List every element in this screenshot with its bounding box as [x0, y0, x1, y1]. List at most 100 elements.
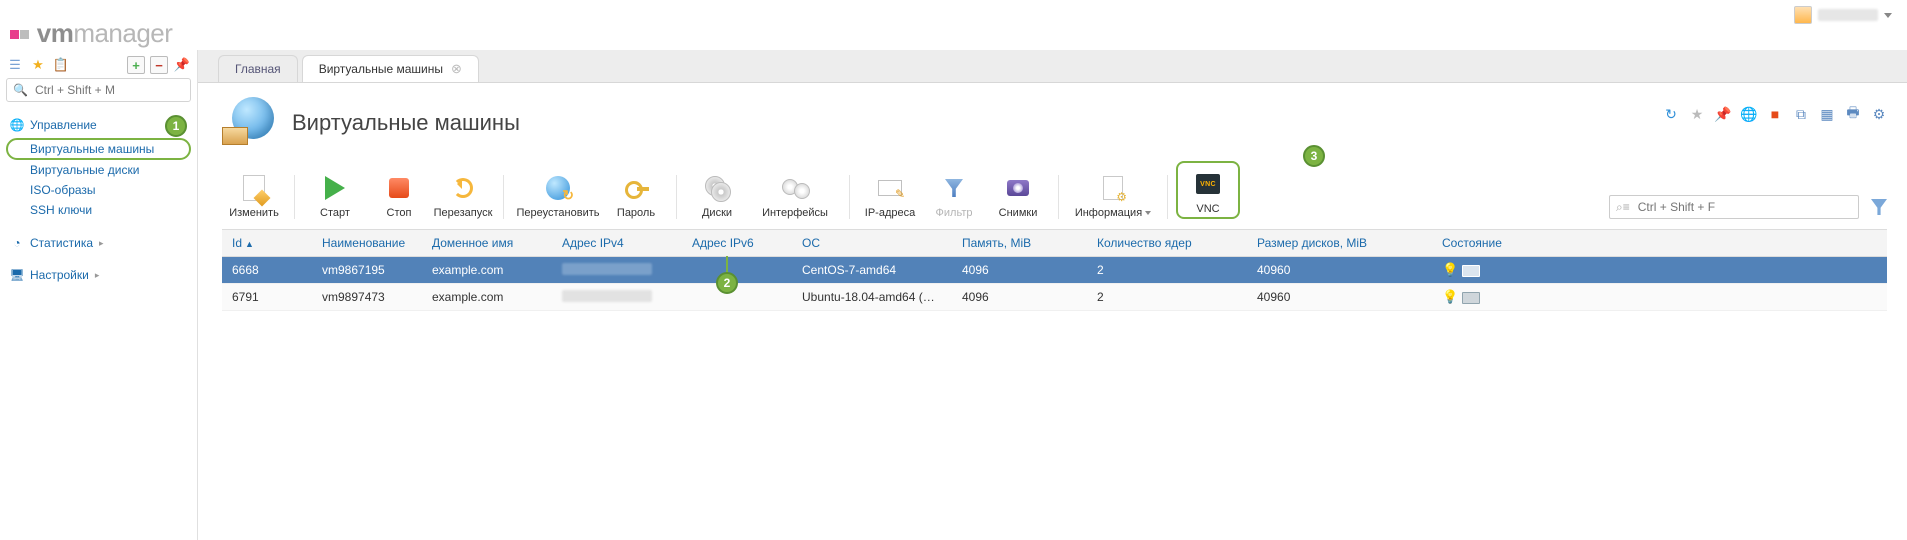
col-domain[interactable]: Доменное имя	[422, 230, 552, 257]
stop-icon[interactable]: ■	[1767, 106, 1783, 122]
toolbar-label: Переустановить	[517, 207, 600, 219]
stop-button[interactable]: Стоп	[367, 171, 431, 219]
info-button[interactable]: Информация	[1067, 171, 1159, 219]
col-label: Адрес IPv4	[562, 236, 624, 250]
clipboard-icon[interactable]: 📋	[52, 56, 70, 74]
cell-id: 6791	[222, 284, 312, 311]
star-icon[interactable]: ★	[1689, 106, 1705, 122]
separator	[676, 175, 677, 219]
ipv4-hidden	[562, 263, 652, 275]
vnc-icon: VNC	[1196, 174, 1220, 194]
vnc-button[interactable]: VNC VNC	[1176, 161, 1240, 219]
ip-button[interactable]: IP-адреса	[858, 171, 922, 219]
toolbar-label: Фильтр	[936, 207, 973, 219]
sidebar-section-label: Статистика	[30, 236, 93, 250]
print-icon[interactable]: 🖶	[1845, 106, 1861, 122]
page-title: Виртуальные машины	[292, 110, 520, 136]
col-label: Память, MiB	[962, 236, 1031, 250]
collapse-all-button[interactable]: −	[150, 56, 168, 74]
sidebar-section-label: Управление	[30, 118, 97, 132]
table-row[interactable]: 6668 vm9867195 example.com CentOS-7-amd6…	[222, 257, 1887, 284]
sidebar-item-vms[interactable]: Виртуальные машины	[6, 138, 191, 160]
chevron-down-icon	[1884, 13, 1892, 18]
copy-icon[interactable]: ⧉	[1793, 106, 1809, 122]
toolbar-label: Интерфейсы	[762, 207, 828, 219]
refresh-icon[interactable]: ↻	[1663, 106, 1679, 122]
globe-icon: 🌐	[10, 118, 24, 132]
password-button[interactable]: Пароль	[604, 171, 668, 219]
start-button[interactable]: Старт	[303, 171, 367, 219]
sidebar-search[interactable]: 🔍	[6, 78, 191, 102]
page-action-icons: ↻ ★ 📌 🌐 ■ ⧉ ▦ 🖶 ⚙	[1663, 106, 1887, 122]
settings-icon[interactable]: ⚙	[1871, 106, 1887, 122]
user-menu[interactable]	[1794, 6, 1892, 24]
app-logo: vmmanager	[10, 18, 172, 49]
cell-os: CentOS-7-amd64	[792, 257, 952, 284]
col-disk[interactable]: Размер дисков, MiB	[1247, 230, 1432, 257]
col-label: Адрес IPv6	[692, 236, 754, 250]
chevron-right-icon: ▸	[99, 238, 104, 249]
app-header: vmmanager	[0, 0, 1907, 50]
tab-vms[interactable]: Виртуальные машины ⊗	[302, 55, 479, 82]
col-label: Id	[232, 236, 242, 250]
separator	[503, 175, 504, 219]
disks-button[interactable]: Диски	[685, 171, 749, 219]
filter-icon[interactable]	[1871, 199, 1887, 215]
sidebar-item-vdisks[interactable]: Виртуальные диски	[6, 160, 191, 180]
col-label: Состояние	[1442, 236, 1502, 250]
table-row[interactable]: 6791 vm9897473 example.com Ubuntu-18.04-…	[222, 284, 1887, 311]
col-name[interactable]: Наименование	[312, 230, 422, 257]
pin-icon[interactable]: 📌	[173, 56, 191, 74]
col-ipv4[interactable]: Адрес IPv4	[552, 230, 682, 257]
sort-asc-icon: ▲	[245, 239, 254, 249]
toolbar-label: VNC	[1196, 203, 1219, 215]
toolbar-label: IP-адреса	[865, 207, 915, 219]
tab-home[interactable]: Главная	[218, 55, 298, 82]
separator	[1058, 175, 1059, 219]
grid-icon[interactable]: ▦	[1819, 106, 1835, 122]
col-id[interactable]: Id▲	[222, 230, 312, 257]
star-icon[interactable]: ★	[29, 56, 47, 74]
separator	[849, 175, 850, 219]
sidebar-section-settings[interactable]: 🖥 Настройки ▸	[6, 266, 191, 284]
cell-domain: example.com	[422, 257, 552, 284]
col-cores[interactable]: Количество ядер	[1087, 230, 1247, 257]
user-name	[1818, 9, 1878, 21]
col-ipv6[interactable]: Адрес IPv6	[682, 230, 792, 257]
col-label: Количество ядер	[1097, 236, 1192, 250]
reinstall-button[interactable]: Переустановить	[512, 171, 604, 219]
snapshots-button[interactable]: Снимки	[986, 171, 1050, 219]
filter-button[interactable]: Фильтр	[922, 171, 986, 219]
toolbar-search[interactable]: ⌕≡	[1609, 195, 1859, 219]
toolbar-search-input[interactable]	[1636, 199, 1852, 215]
expand-all-button[interactable]: +	[127, 56, 145, 74]
sidebar: ☰ ★ 📋 + − 📌 🔍 🌐 Управление Виртуальные м…	[0, 50, 198, 540]
separator	[1167, 175, 1168, 219]
sidebar-search-input[interactable]	[33, 82, 192, 98]
col-label: ОС	[802, 236, 820, 250]
bulb-icon: 💡	[1442, 262, 1458, 277]
screen-icon	[1462, 292, 1480, 304]
search-list-icon: ⌕≡	[1616, 200, 1630, 215]
callout-badge-1: 1	[165, 115, 187, 137]
screen-icon	[1462, 265, 1480, 277]
globe-icon[interactable]: 🌐	[1741, 106, 1757, 122]
pin-icon[interactable]: 📌	[1715, 106, 1731, 122]
sidebar-item-ssh[interactable]: SSH ключи	[6, 200, 191, 220]
interfaces-button[interactable]: Интерфейсы	[749, 171, 841, 219]
sidebar-section-stats[interactable]: ◔ Статистика ▸	[6, 234, 191, 252]
close-icon[interactable]: ⊗	[451, 61, 462, 77]
sidebar-section-management[interactable]: 🌐 Управление	[6, 116, 191, 134]
main-area: Главная Виртуальные машины ⊗ ↻ ★ 📌 🌐 ■ ⧉…	[198, 50, 1907, 540]
tab-label: Виртуальные машины	[319, 62, 443, 76]
toolbar-label: Стоп	[387, 207, 412, 219]
tree-icon[interactable]: ☰	[6, 56, 24, 74]
restart-button[interactable]: Перезапуск	[431, 171, 495, 219]
sidebar-item-iso[interactable]: ISO-образы	[6, 180, 191, 200]
col-os[interactable]: ОС	[792, 230, 952, 257]
page-icon	[222, 97, 274, 149]
toolbar-label: Информация	[1075, 207, 1142, 219]
edit-button[interactable]: Изменить	[222, 171, 286, 219]
col-ram[interactable]: Память, MiB	[952, 230, 1087, 257]
col-state[interactable]: Состояние	[1432, 230, 1887, 257]
